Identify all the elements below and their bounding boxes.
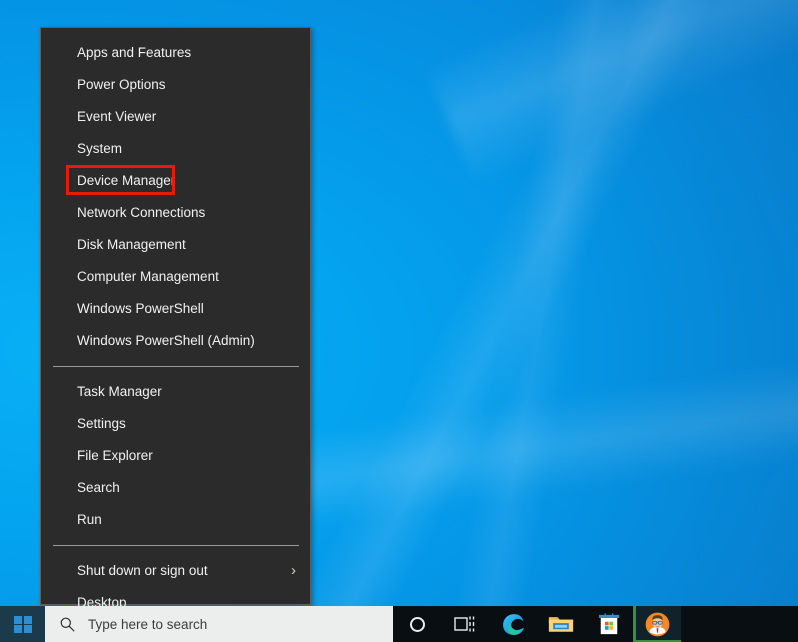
menu-item-label: File Explorer — [77, 440, 153, 472]
task-view-icon[interactable] — [441, 606, 489, 642]
power-user-menu[interactable]: Apps and FeaturesPower OptionsEvent View… — [40, 27, 311, 605]
menu-item-event-viewer[interactable]: Event Viewer — [41, 101, 310, 133]
menu-item-label: Run — [77, 504, 102, 536]
search-placeholder-text: Type here to search — [88, 617, 207, 632]
store-glyph — [598, 612, 620, 636]
wallpaper-edge-shading — [498, 0, 798, 606]
menu-item-power-options[interactable]: Power Options — [41, 69, 310, 101]
microsoft-edge-icon[interactable] — [489, 606, 537, 642]
menu-item-label: System — [77, 133, 122, 165]
menu-item-label: Search — [77, 472, 120, 504]
menu-item-windows-powershell[interactable]: Windows PowerShell — [41, 293, 310, 325]
edge-glyph — [501, 612, 526, 637]
menu-item-device-manager[interactable]: Device Manager — [41, 165, 310, 197]
menu-item-label: Windows PowerShell — [77, 293, 204, 325]
menu-item-label: Event Viewer — [77, 101, 156, 133]
menu-item-run[interactable]: Run — [41, 504, 310, 536]
search-icon — [59, 616, 76, 633]
menu-item-label: Shut down or sign out — [77, 555, 208, 587]
menu-item-label: Power Options — [77, 69, 166, 101]
menu-item-label: Network Connections — [77, 197, 205, 229]
screen: Apps and FeaturesPower OptionsEvent View… — [0, 0, 798, 642]
menu-item-search[interactable]: Search — [41, 472, 310, 504]
menu-item-system[interactable]: System — [41, 133, 310, 165]
menu-item-network-connections[interactable]: Network Connections — [41, 197, 310, 229]
user-avatar-icon[interactable] — [633, 606, 681, 642]
file-explorer-icon[interactable] — [537, 606, 585, 642]
menu-item-label: Windows PowerShell (Admin) — [77, 325, 255, 357]
cortana-icon[interactable] — [393, 606, 441, 642]
windows-logo-icon — [14, 616, 31, 633]
wallpaper-light-streak-lower — [296, 347, 798, 527]
wallpaper-light-streak-upper — [425, 0, 798, 186]
task-view-glyph — [454, 615, 476, 633]
menu-item-label: Disk Management — [77, 229, 186, 261]
menu-item-label: Task Manager — [77, 376, 162, 408]
menu-item-shut-down-or-sign-out[interactable]: Shut down or sign out › — [41, 555, 310, 587]
folder-glyph — [548, 613, 574, 635]
microsoft-store-icon[interactable] — [585, 606, 633, 642]
chevron-right-icon: › — [291, 555, 296, 587]
menu-item-apps-and-features[interactable]: Apps and Features — [41, 37, 310, 69]
menu-item-label: Device Manager — [77, 165, 175, 197]
menu-item-label: Apps and Features — [77, 37, 191, 69]
cortana-ring-glyph — [410, 617, 425, 632]
menu-separator — [53, 366, 299, 367]
menu-item-file-explorer[interactable]: File Explorer — [41, 440, 310, 472]
taskbar[interactable]: Type here to search — [0, 606, 798, 642]
menu-item-label: Computer Management — [77, 261, 219, 293]
menu-item-computer-management[interactable]: Computer Management — [41, 261, 310, 293]
menu-item-settings[interactable]: Settings — [41, 408, 310, 440]
menu-item-disk-management[interactable]: Disk Management — [41, 229, 310, 261]
start-button[interactable] — [0, 606, 45, 642]
menu-item-label: Settings — [77, 408, 126, 440]
menu-item-task-manager[interactable]: Task Manager — [41, 376, 310, 408]
menu-separator — [53, 545, 299, 546]
search-input[interactable]: Type here to search — [45, 606, 393, 642]
menu-item-windows-powershell-admin[interactable]: Windows PowerShell (Admin) — [41, 325, 310, 357]
avatar-glyph — [645, 612, 670, 637]
